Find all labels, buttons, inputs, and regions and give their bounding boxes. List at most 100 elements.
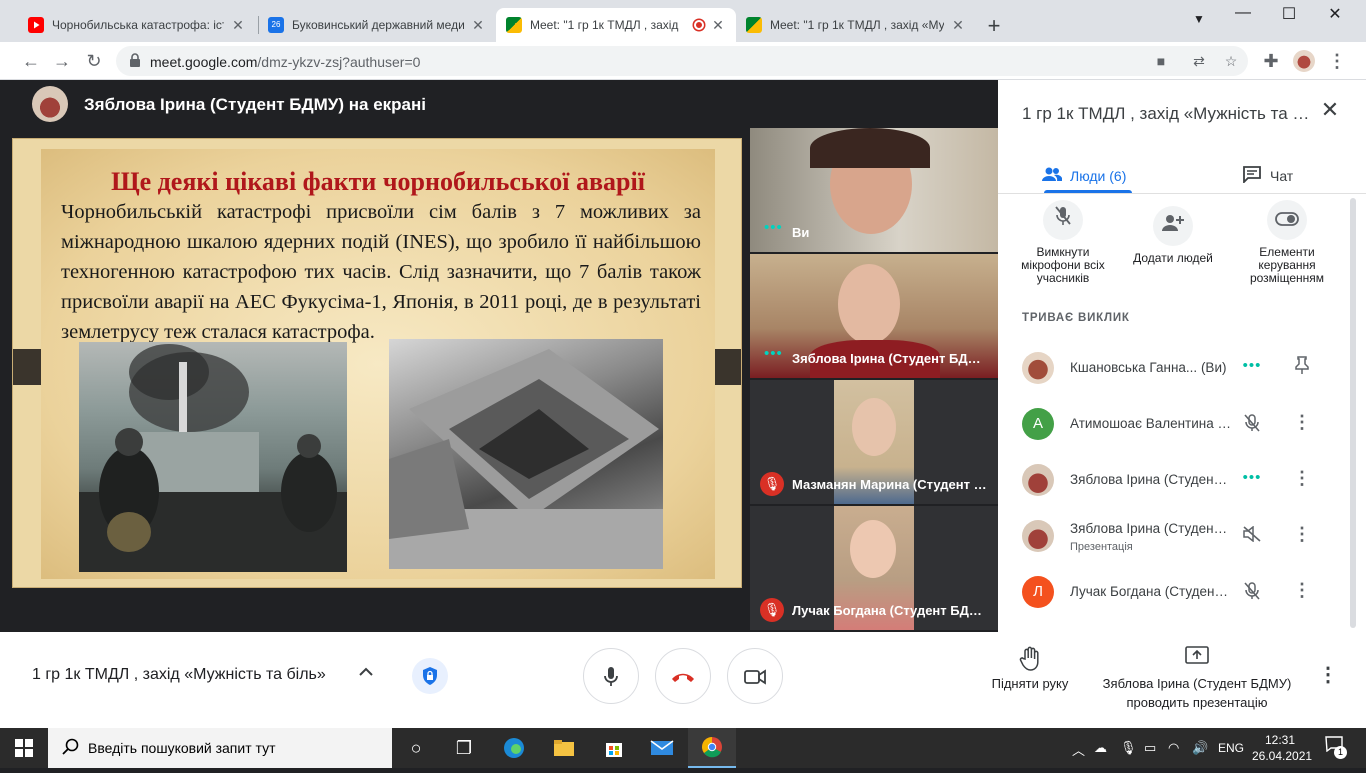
- mute-all-label: Вимкнути мікрофони всіх учасників: [1021, 245, 1105, 285]
- mail-icon[interactable]: [638, 728, 686, 768]
- participant-tile[interactable]: ••• Зяблова Ірина (Студент БДМУ): [750, 254, 998, 378]
- store-icon[interactable]: [590, 728, 638, 768]
- translate-icon[interactable]: ⇄: [1190, 53, 1208, 71]
- participant-row[interactable]: Л Лучак Богдана (Студент БДМУ) ⋮: [998, 564, 1348, 620]
- presenting-label: проводить презентацію: [1126, 695, 1268, 710]
- edge-icon[interactable]: [490, 728, 538, 768]
- participant-row[interactable]: Кшановська Ганна... (Ви) •••: [998, 340, 1348, 396]
- presenter-avatar: [32, 86, 68, 122]
- panel-scrollbar[interactable]: [1350, 198, 1356, 628]
- taskbar-search[interactable]: Введіть пошуковий запит тут: [48, 728, 392, 768]
- browser-tab-university[interactable]: 26 Буковинський державний меди ✕: [258, 8, 496, 42]
- file-explorer-icon[interactable]: [540, 728, 588, 768]
- more-options-icon[interactable]: ⋮: [1292, 468, 1312, 490]
- tile-name: Ви: [792, 225, 810, 240]
- close-tab-icon[interactable]: ✕: [470, 17, 486, 34]
- add-people-button[interactable]: Додати людей: [1118, 206, 1228, 265]
- tab-people[interactable]: Люди (6): [1042, 158, 1126, 194]
- pin-icon[interactable]: [1292, 356, 1312, 378]
- url-path: /dmz-ykzv-zsj?authuser=0: [257, 54, 421, 70]
- slide-decor: [713, 349, 741, 385]
- language-indicator[interactable]: ENG: [1218, 741, 1244, 755]
- task-view-icon[interactable]: ❐: [440, 728, 488, 768]
- more-options-icon[interactable]: ⋮: [1292, 580, 1312, 602]
- participant-row[interactable]: Зяблова Ірина (Студент БДМУ) Презентація…: [998, 508, 1348, 564]
- recording-icon: [694, 20, 704, 30]
- more-options-icon[interactable]: ⋮: [1318, 662, 1338, 687]
- panel-title: 1 гр 1к ТМДЛ , захід «Мужність та біль»: [1022, 104, 1312, 123]
- forward-icon[interactable]: →: [51, 50, 73, 72]
- people-icon: [1042, 166, 1063, 187]
- close-window-icon[interactable]: ✕: [1312, 4, 1358, 28]
- tile-face: [850, 520, 896, 578]
- close-tab-icon[interactable]: ✕: [230, 17, 246, 34]
- slide-photo-ruins: [389, 339, 663, 569]
- show-hidden-icons[interactable]: ︿: [1072, 740, 1085, 759]
- participant-tile-self[interactable]: ••• Ви: [750, 128, 998, 252]
- tile-hair: [810, 128, 930, 168]
- avatar: [1022, 464, 1054, 496]
- present-screen-icon: [1096, 646, 1298, 672]
- calendar-icon: 26: [268, 17, 284, 33]
- lock-icon[interactable]: [126, 53, 144, 71]
- new-tab-button[interactable]: +: [982, 13, 1006, 39]
- meet-icon: [506, 17, 522, 33]
- participant-tile[interactable]: 🎙 Лучак Богдана (Студент БДМУ): [750, 506, 998, 630]
- notification-center-icon[interactable]: 1: [1322, 736, 1347, 760]
- mute-all-button[interactable]: Вимкнути мікрофони всіх учасників: [1008, 200, 1118, 285]
- meeting-name[interactable]: 1 гр 1к ТМДЛ , захід «Мужність та біль»: [32, 666, 348, 684]
- tab-title: Буковинський державний меди: [292, 18, 464, 32]
- meet-icon: [746, 17, 762, 33]
- host-shield-icon[interactable]: [412, 658, 448, 694]
- camera-icon[interactable]: ■: [1152, 53, 1170, 71]
- close-panel-button[interactable]: ✕: [1318, 98, 1342, 122]
- cortana-icon[interactable]: ○: [392, 728, 440, 768]
- more-options-icon[interactable]: ⋮: [1292, 412, 1312, 434]
- raise-hand-button[interactable]: Підняти руку: [980, 646, 1080, 691]
- avatar: [1022, 520, 1054, 552]
- more-options-icon[interactable]: ⋮: [1292, 524, 1312, 546]
- menu-icon[interactable]: ⋮: [1326, 50, 1348, 72]
- wifi-icon[interactable]: ◠: [1168, 740, 1179, 756]
- maximize-icon[interactable]: ☐: [1266, 4, 1312, 28]
- participant-row[interactable]: Зяблова Ірина (Студент БДМУ) ••• ⋮: [998, 452, 1348, 508]
- mic-off-icon: 🎙: [760, 598, 784, 622]
- star-icon[interactable]: ☆: [1222, 53, 1240, 71]
- browser-tab-meet-active[interactable]: Meet: "1 гр 1к ТМДЛ , захід ✕: [496, 8, 736, 42]
- minimize-icon[interactable]: —: [1220, 4, 1266, 28]
- presentation-status[interactable]: Зяблова Ірина (Студент БДМУ) проводить п…: [1096, 646, 1298, 710]
- browser-tab-meet[interactable]: Meet: "1 гр 1к ТМДЛ , захід «Му ✕: [736, 8, 976, 42]
- hand-icon: [980, 646, 1080, 672]
- microphone-button[interactable]: [583, 648, 639, 704]
- in-call-section-label: ТРИВАЄ ВИКЛИК: [1022, 312, 1130, 324]
- host-controls-button[interactable]: Елементи керування розміщенням: [1232, 200, 1342, 285]
- tab-chat[interactable]: Чат: [1242, 158, 1293, 194]
- profile-avatar[interactable]: [1293, 50, 1315, 72]
- leave-call-button[interactable]: [655, 648, 711, 704]
- mic-off-icon: [1043, 200, 1083, 240]
- address-bar[interactable]: meet.google.com/dmz-ykzv-zsj?authuser=0 …: [116, 46, 1248, 76]
- tab-search-icon[interactable]: ▼: [1176, 12, 1222, 36]
- close-tab-icon[interactable]: ✕: [950, 17, 966, 34]
- mic-off-icon: 🎙: [760, 472, 784, 496]
- clock[interactable]: 12:31 26.04.2021: [1252, 732, 1312, 764]
- back-icon[interactable]: ←: [20, 50, 42, 72]
- start-button[interactable]: [0, 728, 48, 768]
- onedrive-icon[interactable]: ☁: [1094, 740, 1107, 756]
- chrome-icon[interactable]: [688, 728, 736, 768]
- microphone-tray-icon[interactable]: 🎙: [1120, 740, 1137, 756]
- volume-off-icon: [1240, 525, 1264, 546]
- volume-icon[interactable]: 🔊: [1192, 740, 1208, 756]
- extensions-icon[interactable]: ✚: [1260, 50, 1282, 72]
- browser-tab-youtube[interactable]: Чорнобильська катастрофа: істо ✕: [18, 8, 256, 42]
- reload-icon[interactable]: ↻: [83, 50, 105, 72]
- speaking-indicator-icon: •••: [764, 345, 783, 362]
- close-tab-icon[interactable]: ✕: [710, 17, 726, 34]
- participant-row[interactable]: А Атимошоає Валентина (Студент БДМУ) ⋮: [998, 396, 1348, 452]
- battery-icon[interactable]: ▭: [1144, 740, 1156, 756]
- camera-button[interactable]: [727, 648, 783, 704]
- chevron-up-icon[interactable]: [356, 664, 376, 682]
- participant-tile[interactable]: 🎙 Мазманян Марина (Студент БДМУ): [750, 380, 998, 504]
- slide-photo-plant: [79, 342, 347, 572]
- presenter-bar: Зяблова Ірина (Студент БДМУ) на екрані: [0, 80, 998, 130]
